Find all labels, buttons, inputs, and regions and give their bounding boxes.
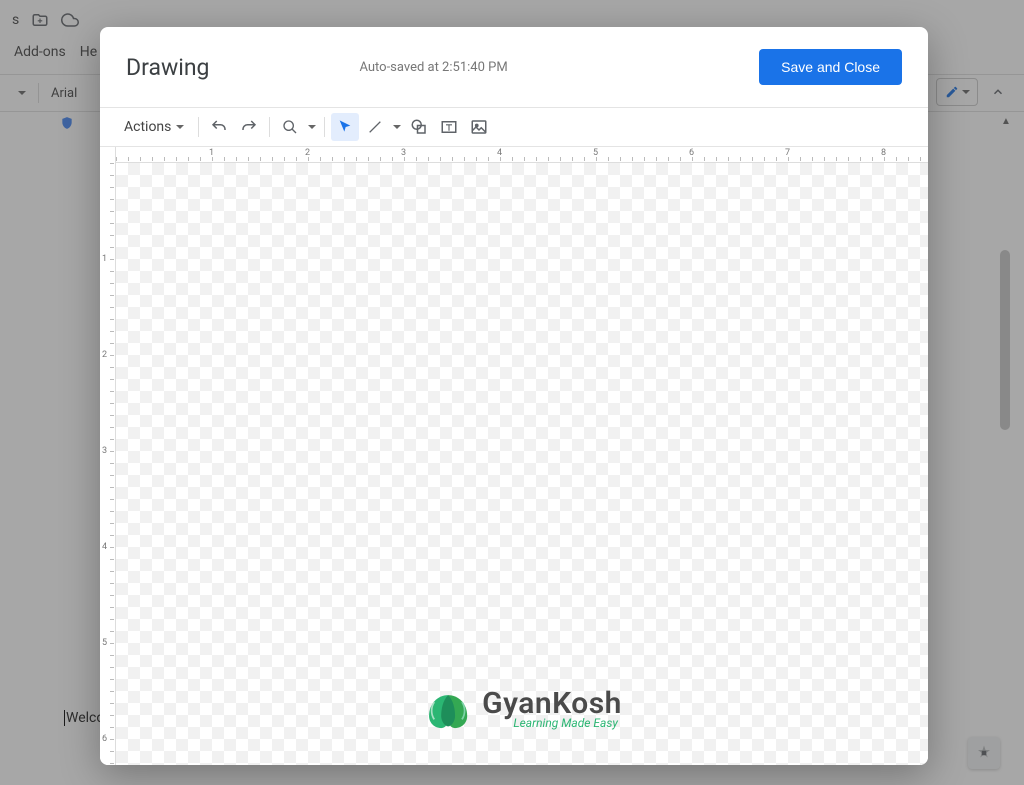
watermark-tagline: Learning Made Easy [513,717,622,729]
actions-menu[interactable]: Actions [110,119,192,135]
zoom-button[interactable] [276,113,304,141]
save-and-close-button[interactable]: Save and Close [759,49,902,85]
zoom-dropdown[interactable] [306,113,318,141]
ruler-v-number: 5 [102,638,107,648]
image-tool[interactable] [465,113,493,141]
ruler-v-number: 4 [102,542,107,552]
line-dropdown[interactable] [391,113,403,141]
ruler-v-number: 6 [102,734,107,744]
leaf-logo-icon [422,688,474,730]
drawing-dialog: Drawing Auto-saved at 2:51:40 PM Save an… [100,27,928,765]
drawing-canvas[interactable]: GyanKosh Learning Made Easy [116,163,928,765]
watermark-name: GyanKosh [482,689,622,719]
autosave-status: Auto-saved at 2:51:40 PM [229,60,739,75]
shape-tool[interactable] [405,113,433,141]
line-tool[interactable] [361,113,389,141]
chevron-down-icon [176,125,184,129]
watermark-logo: GyanKosh Learning Made Easy [422,688,622,730]
ruler-v-number: 3 [102,446,107,456]
undo-button[interactable] [205,113,233,141]
ruler-v-number: 1 [102,254,107,264]
drawing-toolbar: Actions [100,107,928,147]
actions-label: Actions [124,119,171,135]
redo-button[interactable] [235,113,263,141]
dialog-title: Drawing [126,54,209,81]
select-tool[interactable] [331,113,359,141]
vertical-ruler: 1 2 3 4 5 6 [100,147,116,765]
horizontal-ruler: 12345678 [116,147,928,163]
textbox-tool[interactable] [435,113,463,141]
ruler-v-number: 2 [102,350,107,360]
